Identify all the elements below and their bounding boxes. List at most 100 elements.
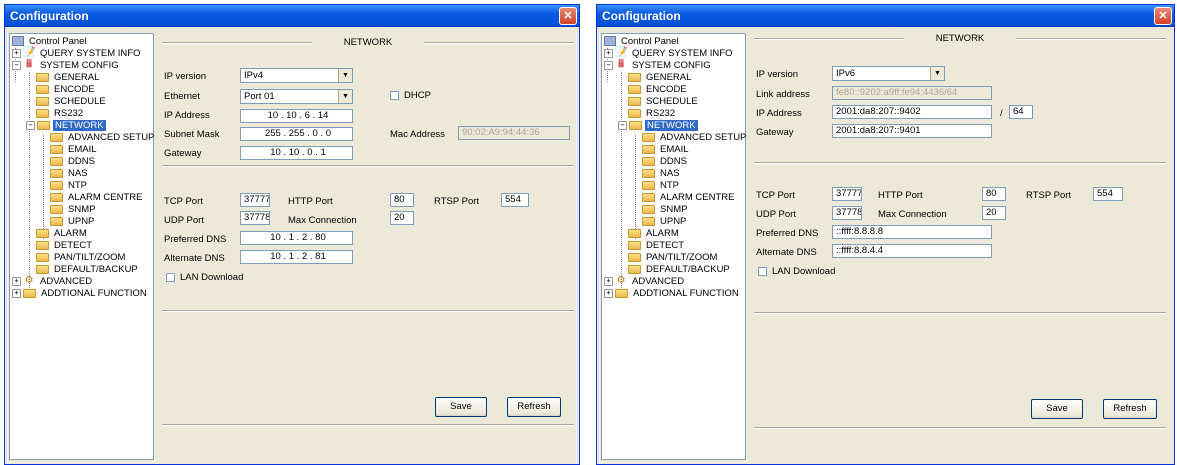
dhcp-checkbox[interactable] xyxy=(390,91,399,100)
tree-item-default-backup[interactable]: DEFAULT/BACKUP xyxy=(628,264,732,276)
tree-item-upnp[interactable]: UPNP xyxy=(642,216,688,228)
gateway-field[interactable]: 10 . 10 . 0 . 1 xyxy=(240,146,353,160)
divider xyxy=(162,165,574,167)
tree-item-encode[interactable]: ENCODE xyxy=(36,84,97,96)
folder-icon xyxy=(628,252,641,262)
expand-icon[interactable]: + xyxy=(12,48,21,58)
tree-item-ddns[interactable]: DDNS xyxy=(50,156,97,168)
ip-version-select[interactable]: IPv6 ▼ xyxy=(832,66,945,81)
ethernet-select[interactable]: Port 01 ▼ xyxy=(240,89,353,104)
tree-item-network[interactable]: − NETWORK xyxy=(26,120,106,132)
tree-item-additional-function[interactable]: + ADDTIONAL FUNCTION xyxy=(12,288,149,300)
expand-icon[interactable]: + xyxy=(604,48,613,58)
config-tree[interactable]: Control Panel + 📝 QUERY SYSTEM INFO − ⅲ SYST… xyxy=(601,33,746,460)
folder-icon xyxy=(50,132,63,142)
preferred-dns-field[interactable]: ::ffff:8.8.8.8 xyxy=(832,225,992,239)
subnet-mask-field[interactable]: 255 . 255 . 0 . 0 xyxy=(240,127,353,141)
close-icon[interactable]: ✕ xyxy=(559,7,577,25)
ip-address-field[interactable]: 2001:da8:207::9402 xyxy=(832,105,992,119)
max-connection-field[interactable]: 20 xyxy=(390,211,414,225)
tcp-port-field[interactable]: 37777 xyxy=(240,193,270,207)
prefix-length-field[interactable]: 64 xyxy=(1009,105,1033,119)
config-tree[interactable]: Control Panel + 📝 QUERY SYSTEM INFO − ⅲ SYST… xyxy=(9,33,154,460)
tree-item-general[interactable]: GENERAL xyxy=(36,72,101,84)
alternate-dns-field[interactable]: ::ffff:8.8.4.4 xyxy=(832,244,992,258)
tree-item-ddns[interactable]: DDNS xyxy=(642,156,689,168)
tree-item-ptz[interactable]: PAN/TILT/ZOOM xyxy=(36,252,127,264)
ip-version-select[interactable]: IPv4 ▼ xyxy=(240,68,353,83)
tree-item-alarm[interactable]: ALARM xyxy=(628,228,681,240)
refresh-button[interactable]: Refresh xyxy=(507,397,561,417)
tree-item-alarm[interactable]: ALARM xyxy=(36,228,89,240)
window-titlebar[interactable]: Configuration ✕ xyxy=(5,5,579,27)
tree-item-encode[interactable]: ENCODE xyxy=(628,84,689,96)
tree-item-alarm-centre[interactable]: ALARM CENTRE xyxy=(50,192,144,204)
tree-item-ptz[interactable]: PAN/TILT/ZOOM xyxy=(628,252,719,264)
tree-item-general[interactable]: GENERAL xyxy=(628,72,693,84)
collapse-icon[interactable]: − xyxy=(604,60,613,70)
config-window-ipv4: Configuration ✕ Control Panel + 📝 QUERY SY… xyxy=(4,4,580,465)
dropdown-arrow-icon[interactable]: ▼ xyxy=(930,67,944,80)
refresh-button[interactable]: Refresh xyxy=(1103,399,1157,419)
lan-download-checkbox[interactable] xyxy=(166,273,175,282)
tree-item-detect[interactable]: DETECT xyxy=(628,240,686,252)
collapse-icon[interactable]: − xyxy=(12,60,21,70)
divider xyxy=(162,424,574,426)
rtsp-port-field[interactable]: 554 xyxy=(1093,187,1123,201)
tree-item-detect[interactable]: DETECT xyxy=(36,240,94,252)
close-icon[interactable]: ✕ xyxy=(1154,7,1172,25)
http-port-field[interactable]: 80 xyxy=(982,187,1006,201)
expand-icon[interactable]: + xyxy=(12,288,21,298)
tree-item-snmp[interactable]: SNMP xyxy=(50,204,97,216)
tree-item-schedule[interactable]: SCHEDULE xyxy=(36,96,108,108)
tree-item-upnp[interactable]: UPNP xyxy=(50,216,96,228)
dropdown-arrow-icon[interactable]: ▼ xyxy=(338,69,352,82)
gateway-field[interactable]: 2001:da8:207::9401 xyxy=(832,124,992,138)
tree-item-rs232[interactable]: RS232 xyxy=(36,108,85,120)
tree-item-rs232[interactable]: RS232 xyxy=(628,108,677,120)
control-panel-icon xyxy=(12,36,24,47)
alternate-dns-field[interactable]: 10 . 1 . 2 . 81 xyxy=(240,250,353,264)
tree-item-network[interactable]: − NETWORK xyxy=(618,120,698,132)
tree-item-additional-function[interactable]: + ADDTIONAL FUNCTION xyxy=(604,288,741,300)
lan-download-checkbox[interactable] xyxy=(758,267,767,276)
save-button[interactable]: Save xyxy=(435,397,487,417)
window-titlebar[interactable]: Configuration ✕ xyxy=(597,5,1174,27)
subnet-mask-label: Subnet Mask xyxy=(164,129,220,140)
tree-item-advanced-setup[interactable]: ADVANCED SETUP xyxy=(642,132,748,144)
rtsp-port-field[interactable]: 554 xyxy=(501,193,529,207)
http-port-field[interactable]: 80 xyxy=(390,193,414,207)
folder-icon xyxy=(50,192,63,202)
udp-port-field[interactable]: 37778 xyxy=(832,206,862,220)
save-button[interactable]: Save xyxy=(1031,399,1083,419)
udp-port-field[interactable]: 37778 xyxy=(240,211,270,225)
tree-item-ntp[interactable]: NTP xyxy=(642,180,681,192)
tree-item-email[interactable]: EMAIL xyxy=(642,144,691,156)
max-connection-field[interactable]: 20 xyxy=(982,206,1006,220)
tree-item-ntp[interactable]: NTP xyxy=(50,180,89,192)
tree-item-email[interactable]: EMAIL xyxy=(50,144,99,156)
tree-item-system-config[interactable]: − ⅲ SYSTEM CONFIG xyxy=(12,60,121,72)
collapse-icon[interactable]: − xyxy=(618,120,627,130)
expand-icon[interactable]: + xyxy=(604,288,613,298)
tree-item-snmp[interactable]: SNMP xyxy=(642,204,689,216)
tree-item-schedule[interactable]: SCHEDULE xyxy=(628,96,700,108)
expand-icon[interactable]: + xyxy=(12,276,21,286)
divider xyxy=(162,310,574,312)
tree-item-advanced[interactable]: + ⚙ ADVANCED xyxy=(12,276,94,288)
tcp-port-field[interactable]: 37777 xyxy=(832,187,862,201)
folder-icon xyxy=(642,204,655,214)
tree-item-alarm-centre[interactable]: ALARM CENTRE xyxy=(642,192,736,204)
expand-icon[interactable]: + xyxy=(604,276,613,286)
tree-item-advanced[interactable]: + ⚙ ADVANCED xyxy=(604,276,686,288)
tree-item-nas[interactable]: NAS xyxy=(642,168,682,180)
tree-item-nas[interactable]: NAS xyxy=(50,168,90,180)
preferred-dns-field[interactable]: 10 . 1 . 2 . 80 xyxy=(240,231,353,245)
dropdown-arrow-icon[interactable]: ▼ xyxy=(338,90,352,103)
tree-item-advanced-setup[interactable]: ADVANCED SETUP xyxy=(50,132,156,144)
tree-item-system-config[interactable]: − ⅲ SYSTEM CONFIG xyxy=(604,60,713,72)
tree-item-default-backup[interactable]: DEFAULT/BACKUP xyxy=(36,264,140,276)
collapse-icon[interactable]: − xyxy=(26,120,35,130)
divider xyxy=(162,42,312,44)
ip-address-field[interactable]: 10 . 10 . 6 . 14 xyxy=(240,109,353,123)
